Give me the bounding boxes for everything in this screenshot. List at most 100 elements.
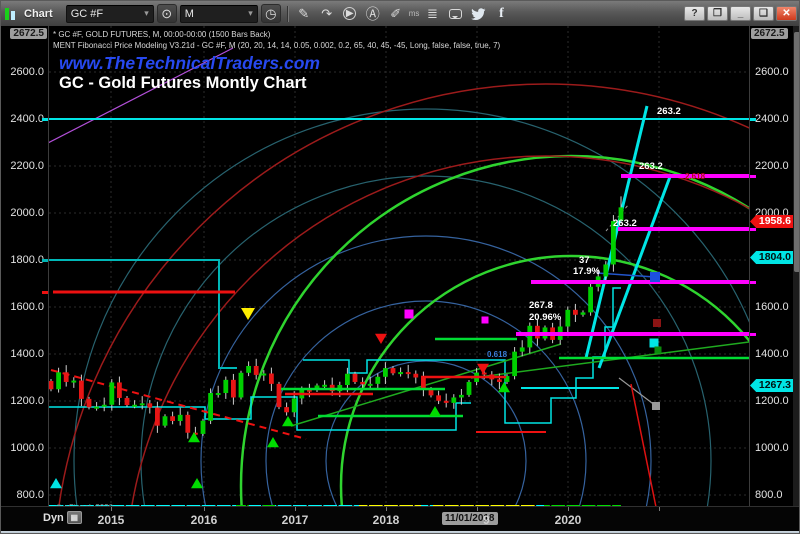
candle-body (223, 380, 228, 393)
candle-body (155, 408, 160, 426)
last-price-tag: 2672.5 (751, 28, 788, 39)
year-label: 2018 (373, 513, 400, 527)
window-controls: ? ❐ _ ❑ ✕ (684, 6, 797, 21)
marker-square (650, 272, 660, 282)
trend-line (599, 174, 671, 368)
ms-label: ms (409, 9, 420, 18)
trend-line (49, 48, 233, 144)
candle-body (178, 415, 183, 421)
candle-body (345, 374, 350, 385)
interval-combo[interactable]: M ▾ (180, 5, 258, 23)
dyn-button[interactable]: Dyn ▦ (43, 511, 82, 524)
candle-body (117, 382, 122, 398)
candle-body (421, 378, 426, 390)
price-label: 2600.0 (755, 66, 789, 78)
minimize-button[interactable]: _ (730, 6, 751, 21)
candle-body (512, 352, 517, 376)
candle-body (109, 382, 114, 404)
price-label: 1000.0 (755, 442, 789, 454)
chat-button[interactable] (445, 4, 465, 23)
facebook-button[interactable]: f (491, 4, 511, 23)
chevron-down-icon: ▾ (248, 8, 253, 19)
candle-body (216, 393, 221, 395)
candle-body (406, 372, 411, 374)
candle-body (269, 374, 274, 384)
eraser-button[interactable]: ✐ (386, 4, 406, 23)
candle-body (239, 373, 244, 398)
quote-list-button[interactable]: ≣ (422, 4, 442, 23)
marker-square (652, 402, 660, 410)
year-label: 2015 (98, 513, 125, 527)
play-icon: ▶ (343, 7, 356, 20)
restore-button[interactable]: ❐ (707, 6, 728, 21)
eraser-icon: ✐ (390, 6, 401, 22)
price-label: 2600.0 (10, 66, 44, 78)
year-label: 2017 (282, 513, 309, 527)
candle-body (467, 382, 472, 395)
time-tick (295, 507, 296, 511)
chart-canvas: 263.2263.2263.2267.820.96%3717.9%0.6182.… (49, 26, 749, 506)
candle-body (170, 416, 175, 421)
candle-body (64, 372, 69, 382)
marker-square (482, 317, 489, 324)
price-label: 2200.0 (755, 160, 789, 172)
pencil-icon: ✎ (298, 6, 309, 22)
candle-body (49, 381, 53, 389)
symbol-search-button[interactable]: ⊙ (157, 4, 177, 23)
time-history-button[interactable]: ◷ (261, 4, 281, 23)
toolbar: Chart GC #F ▾ ⊙ M ▾ ◷ ✎ ↷ ▶ Ⓐ ✐ ms ≣ f ?… (1, 1, 800, 26)
candle-body (436, 395, 441, 400)
scrollbar-thumb[interactable] (794, 32, 800, 272)
time-tick (477, 507, 478, 511)
marker-square (405, 310, 414, 319)
replay-button[interactable]: ▶ (340, 4, 360, 23)
candle-body (56, 372, 61, 389)
price-label: 2400.0 (10, 113, 44, 125)
candle-body (444, 401, 449, 403)
clock-icon: ◷ (265, 6, 276, 22)
interval-value: M (185, 8, 194, 20)
close-button[interactable]: ✕ (776, 6, 797, 21)
candle-body (322, 385, 327, 387)
candle-body (284, 407, 289, 412)
marker-triangle-up (429, 406, 441, 416)
fib-circle (54, 84, 749, 506)
redo-button[interactable]: ↷ (317, 4, 337, 23)
twitter-icon (471, 8, 486, 20)
price-flag: 1958.6 (750, 215, 794, 228)
help-button[interactable]: ? (684, 6, 705, 21)
annotate-button[interactable]: Ⓐ (363, 4, 383, 23)
candle-body (185, 415, 190, 433)
fib-circle (241, 156, 749, 506)
candle-body (527, 326, 532, 348)
symbol-search-icon: ⊙ (161, 6, 172, 22)
fib-annotation: 17.9% (573, 266, 600, 277)
axis-tick (42, 118, 48, 121)
time-axis[interactable]: Dyn ▦ 11/01/2018 9 20152016201720182020 (1, 506, 800, 531)
candle-body (201, 421, 206, 434)
axis-tick (750, 333, 756, 336)
candle-body (398, 372, 403, 374)
axis-tick (42, 259, 48, 262)
fib-annotation: 263.2 (613, 218, 637, 229)
price-label: 2400.0 (755, 113, 789, 125)
right-scrollbar[interactable] (793, 26, 800, 506)
time-tick (111, 507, 112, 511)
facebook-icon: f (499, 6, 504, 22)
twitter-button[interactable] (468, 4, 488, 23)
marker-triangle-up (50, 478, 62, 488)
maximize-button[interactable]: ❑ (753, 6, 774, 21)
symbol-combo[interactable]: GC #F ▾ (66, 5, 154, 23)
candle-body (71, 381, 76, 383)
right-price-axis[interactable]: 2600.02400.02200.02000.01600.01400.01200… (749, 26, 793, 506)
left-price-axis[interactable]: 2600.02400.02200.02000.01800.01600.01400… (1, 26, 49, 506)
symbol-value: GC #F (71, 8, 103, 20)
marker-square (655, 347, 662, 354)
candle-body (277, 384, 282, 407)
chart-plot[interactable]: 263.2263.2263.2267.820.96%3717.9%0.6182.… (49, 26, 749, 506)
year-label: 2020 (555, 513, 582, 527)
price-label: 1000.0 (10, 442, 44, 454)
candle-body (246, 366, 251, 373)
toolbar-divider (287, 6, 288, 22)
draw-line-button[interactable]: ✎ (294, 4, 314, 23)
